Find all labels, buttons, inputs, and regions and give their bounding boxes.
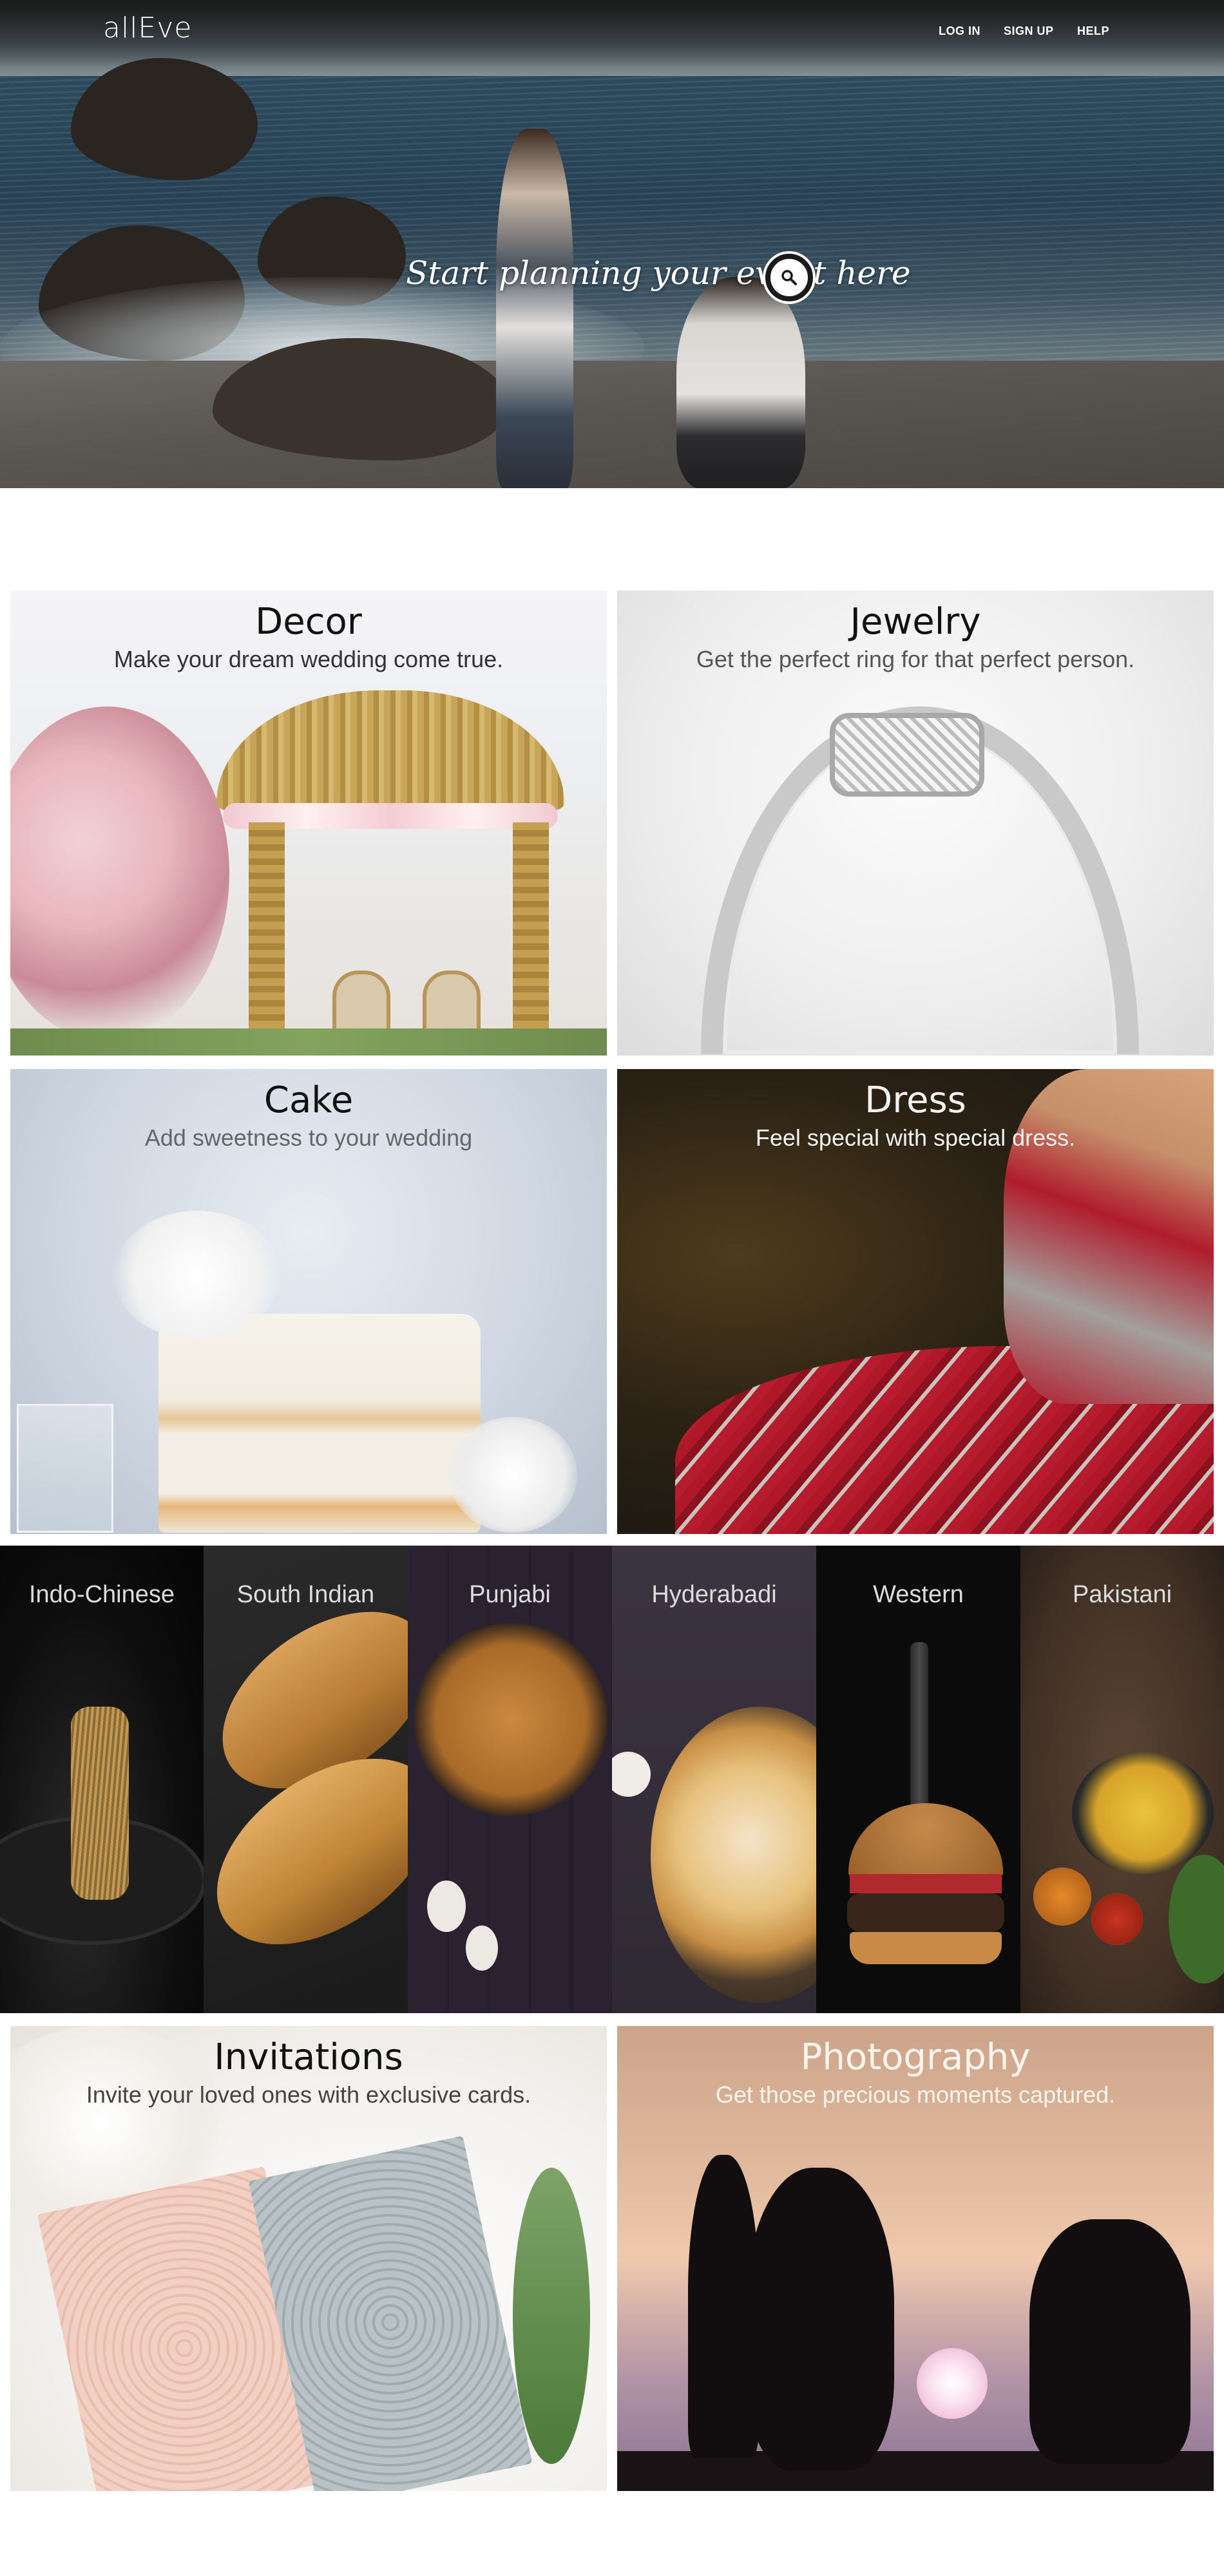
spice-bowl: [1033, 1868, 1091, 1926]
photography-card[interactable]: Photography Get those precious moments c…: [617, 2026, 1214, 2491]
cuisine-south-indian[interactable]: South Indian: [204, 1546, 408, 2013]
knife: [910, 1642, 928, 1810]
hero-woman-figure: [496, 129, 573, 488]
cuisine-hyderabadi[interactable]: Hyderabadi: [612, 1546, 816, 2013]
noodles: [71, 1707, 129, 1900]
hero-search-button[interactable]: [765, 254, 813, 301]
cauliflower: [427, 1880, 466, 1932]
flower-bouquet: [10, 706, 229, 1041]
cuisine-pakistani[interactable]: Pakistani: [1020, 1546, 1224, 2013]
glass: [17, 1404, 113, 1533]
biryani-plate: [651, 1707, 816, 2003]
hero-ground: [0, 361, 1224, 488]
hero-tagline: Start planning your event here: [406, 254, 911, 292]
decor-card[interactable]: Decor Make your dream wedding come true.: [10, 591, 607, 1056]
spice-bowl: [1091, 1893, 1143, 1945]
mandap-pillar: [513, 822, 549, 1054]
cuisine-label: South Indian: [236, 1581, 375, 1608]
invitations-subtitle: Invite your loved ones with exclusive ca…: [86, 2081, 531, 2108]
cuisine-label: Western: [873, 1581, 964, 1608]
dress-card[interactable]: Dress Feel special with special dress.: [617, 1069, 1214, 1534]
jewelry-subtitle: Get the perfect ring for that perfect pe…: [696, 646, 1135, 672]
decor-subtitle: Make your dream wedding come true.: [113, 646, 504, 672]
cauliflower: [466, 1926, 498, 1971]
photography-title: Photography: [800, 2036, 1031, 2078]
cake-subtitle: Add sweetness to your wedding: [144, 1124, 473, 1151]
mandap-dome: [216, 690, 564, 813]
rice-bowl: [1072, 1752, 1214, 1874]
invitations-card[interactable]: Invitations Invite your loved ones with …: [10, 2026, 607, 2491]
raita-bowl: [612, 1752, 651, 1797]
signup-link[interactable]: SIGN UP: [1004, 24, 1054, 38]
cake-flowers: [113, 1211, 281, 1340]
cake-body: [158, 1314, 481, 1533]
burger-tomato: [850, 1874, 1002, 1893]
cuisine-label: Indo-Chinese: [28, 1581, 175, 1608]
photographer-silhouette: [1029, 2219, 1191, 2464]
invitations-title: Invitations: [214, 2036, 403, 2078]
eucalyptus: [513, 2168, 590, 2464]
ring-diamond: [830, 713, 984, 797]
photography-subtitle: Get those precious moments captured.: [715, 2081, 1116, 2108]
cuisine-western[interactable]: Western: [816, 1546, 1020, 2013]
cuisine-label: Pakistani: [1072, 1581, 1172, 1608]
white-rose: [448, 1417, 577, 1533]
cuisine-label: Hyderabadi: [651, 1581, 777, 1608]
site-logo[interactable]: allEve: [103, 12, 192, 44]
burger-bun: [848, 1803, 1003, 1880]
help-link[interactable]: HELP: [1077, 24, 1109, 38]
cake-card[interactable]: Cake Add sweetness to your wedding: [10, 1069, 607, 1534]
cake-title: Cake: [263, 1079, 354, 1121]
dress-title: Dress: [865, 1079, 966, 1121]
mandap-pillar: [249, 822, 285, 1054]
bride-silhouette: [746, 2168, 894, 2470]
paratha-plate: [414, 1623, 607, 1816]
herbs: [1169, 1855, 1224, 1984]
grass: [10, 1028, 607, 1056]
burger-bottom-bun: [850, 1932, 1002, 1964]
sun: [917, 2348, 988, 2419]
dress-subtitle: Feel special with special dress.: [755, 1124, 1076, 1151]
hero-banner: allEve LOG IN SIGN UP HELP Start plannin…: [0, 0, 1224, 488]
hero-man-figure: [676, 277, 805, 488]
jewelry-card[interactable]: Jewelry Get the perfect ring for that pe…: [617, 591, 1214, 1056]
login-link[interactable]: LOG IN: [939, 24, 980, 38]
cuisine-label: Punjabi: [469, 1581, 551, 1608]
cuisine-indo-chinese[interactable]: Indo-Chinese: [0, 1546, 204, 2013]
search-icon: [781, 270, 797, 285]
decor-title: Decor: [255, 601, 362, 643]
jewelry-title: Jewelry: [850, 601, 981, 643]
burger-patty: [847, 1893, 1004, 1932]
cuisine-punjabi[interactable]: Punjabi: [408, 1546, 612, 2013]
